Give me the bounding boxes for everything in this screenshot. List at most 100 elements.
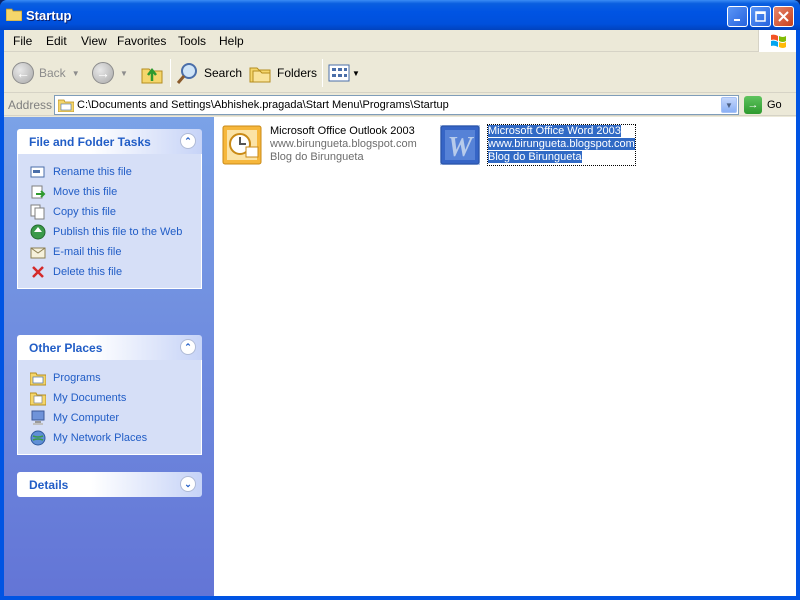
task-label: Copy this file bbox=[53, 206, 116, 218]
panel-body: Programs My Documents My Computer My Net… bbox=[17, 360, 202, 455]
task-label: Rename this file bbox=[53, 166, 132, 178]
chevron-down-icon: ▼ bbox=[725, 100, 733, 110]
go-label: Go bbox=[767, 99, 782, 111]
back-button[interactable]: ← Back ▼ bbox=[12, 58, 80, 88]
task-publish-web[interactable]: Publish this file to the Web bbox=[30, 222, 201, 242]
word-shortcut-icon: W bbox=[440, 125, 480, 165]
my-documents-icon bbox=[30, 390, 46, 406]
copy-icon bbox=[30, 204, 46, 220]
menu-edit[interactable]: Edit bbox=[46, 34, 67, 48]
menu-tools[interactable]: Tools bbox=[178, 34, 206, 48]
rename-icon bbox=[30, 164, 46, 180]
place-label: Programs bbox=[53, 372, 101, 384]
views-dropdown-icon[interactable]: ▼ bbox=[352, 69, 360, 78]
task-email-file[interactable]: E-mail this file bbox=[30, 242, 201, 262]
menu-file[interactable]: File bbox=[13, 34, 32, 48]
task-label: Delete this file bbox=[53, 266, 123, 278]
search-icon bbox=[176, 63, 197, 84]
file-list-view[interactable]: Microsoft Office Outlook 2003 www.birung… bbox=[214, 117, 796, 596]
file-name: Microsoft Office Outlook 2003 bbox=[270, 125, 415, 137]
expand-icon[interactable]: ⌄ bbox=[180, 476, 196, 492]
up-folder-button[interactable] bbox=[140, 58, 164, 88]
views-icon bbox=[328, 64, 350, 82]
search-label: Search bbox=[204, 66, 243, 80]
email-icon bbox=[30, 244, 46, 260]
minimize-button[interactable] bbox=[727, 6, 748, 27]
panel-header[interactable]: Other Places ⌃ bbox=[17, 335, 202, 360]
menu-help[interactable]: Help bbox=[219, 34, 244, 48]
task-rename-file[interactable]: Rename this file bbox=[30, 162, 201, 182]
menu-favorites[interactable]: Favorites bbox=[117, 34, 166, 48]
back-arrow-icon: ← bbox=[12, 62, 34, 84]
maximize-button[interactable] bbox=[750, 6, 771, 27]
window-frame: File Edit View Favorites Tools Help ← Ba… bbox=[4, 30, 796, 596]
forward-button[interactable]: → ▼ bbox=[92, 58, 128, 88]
title-bar[interactable]: Startup bbox=[0, 0, 800, 30]
explorer-window: Startup File Edit View Favorites Tools H… bbox=[0, 0, 800, 600]
standard-toolbar: ← Back ▼ → ▼ Search Folders ▼ bbox=[4, 53, 796, 93]
file-folder-tasks-panel: File and Folder Tasks ⌃ Rename this file… bbox=[17, 129, 202, 289]
maximize-icon bbox=[755, 11, 766, 22]
views-button[interactable]: ▼ bbox=[328, 58, 360, 88]
toolbar-separator bbox=[170, 59, 171, 87]
file-company: Blog do Birungueta bbox=[270, 151, 364, 163]
other-places-panel: Other Places ⌃ Programs My Documents My … bbox=[17, 335, 202, 455]
panel-title: File and Folder Tasks bbox=[29, 135, 151, 149]
close-icon bbox=[778, 11, 789, 22]
back-dropdown-icon[interactable]: ▼ bbox=[72, 69, 80, 78]
place-my-documents[interactable]: My Documents bbox=[30, 388, 201, 408]
folders-label: Folders bbox=[277, 66, 318, 80]
place-label: My Network Places bbox=[53, 432, 148, 444]
window-title: Startup bbox=[26, 8, 72, 23]
panel-header[interactable]: File and Folder Tasks ⌃ bbox=[17, 129, 202, 154]
menu-view[interactable]: View bbox=[81, 34, 107, 48]
file-description: www.birungueta.blogspot.com bbox=[270, 138, 417, 150]
address-bar: Address C:\Documents and Settings\Abhish… bbox=[4, 94, 796, 116]
file-description: www.birungueta.blogspot.com bbox=[488, 138, 635, 150]
collapse-icon[interactable]: ⌃ bbox=[180, 133, 196, 149]
windows-flag-icon bbox=[771, 34, 786, 48]
address-label: Address bbox=[8, 98, 53, 112]
outlook-shortcut-icon bbox=[222, 125, 262, 165]
delete-icon bbox=[30, 264, 46, 280]
toolbar-separator bbox=[322, 59, 323, 87]
go-button[interactable]: → Go bbox=[744, 95, 782, 115]
panel-title: Details bbox=[29, 478, 69, 492]
move-icon bbox=[30, 184, 46, 200]
windows-logo bbox=[758, 30, 796, 52]
folders-button[interactable]: Folders bbox=[248, 58, 317, 88]
task-label: Publish this file to the Web bbox=[53, 226, 183, 238]
collapse-icon[interactable]: ⌃ bbox=[180, 339, 196, 355]
address-dropdown-button[interactable]: ▼ bbox=[721, 97, 737, 113]
close-button[interactable] bbox=[773, 6, 794, 27]
task-label: Move this file bbox=[53, 186, 118, 198]
place-my-computer[interactable]: My Computer bbox=[30, 408, 201, 428]
task-copy-file[interactable]: Copy this file bbox=[30, 202, 201, 222]
place-programs[interactable]: Programs bbox=[30, 368, 201, 388]
up-folder-icon bbox=[141, 67, 163, 84]
forward-arrow-icon: → bbox=[92, 62, 114, 84]
panel-title: Other Places bbox=[29, 341, 103, 355]
file-name: Microsoft Office Word 2003 bbox=[488, 125, 621, 137]
back-label: Back bbox=[39, 66, 66, 80]
search-button[interactable]: Search bbox=[176, 58, 242, 88]
menu-bar: File Edit View Favorites Tools Help bbox=[4, 30, 796, 52]
place-label: My Documents bbox=[53, 392, 127, 404]
panel-header[interactable]: Details ⌄ bbox=[17, 472, 202, 497]
place-network-places[interactable]: My Network Places bbox=[30, 428, 201, 448]
address-input[interactable]: C:\Documents and Settings\Abhishek.praga… bbox=[54, 95, 739, 115]
details-panel: Details ⌄ bbox=[17, 472, 202, 497]
panel-body: Rename this file Move this file Copy thi… bbox=[17, 154, 202, 289]
task-pane: File and Folder Tasks ⌃ Rename this file… bbox=[4, 117, 214, 596]
folders-icon bbox=[249, 67, 271, 83]
file-label: Microsoft Office Word 2003 www.birunguet… bbox=[487, 124, 636, 166]
folder-icon bbox=[6, 8, 22, 21]
forward-dropdown-icon[interactable]: ▼ bbox=[120, 69, 128, 78]
place-label: My Computer bbox=[53, 412, 120, 424]
file-word-shortcut[interactable]: W Microsoft Office Word 2003 www.birungu… bbox=[440, 124, 636, 166]
task-delete-file[interactable]: Delete this file bbox=[30, 262, 201, 282]
task-move-file[interactable]: Move this file bbox=[30, 182, 201, 202]
go-arrow-icon: → bbox=[744, 96, 762, 114]
file-outlook-shortcut[interactable]: Microsoft Office Outlook 2003 www.birung… bbox=[222, 125, 417, 165]
my-computer-icon bbox=[30, 410, 46, 426]
